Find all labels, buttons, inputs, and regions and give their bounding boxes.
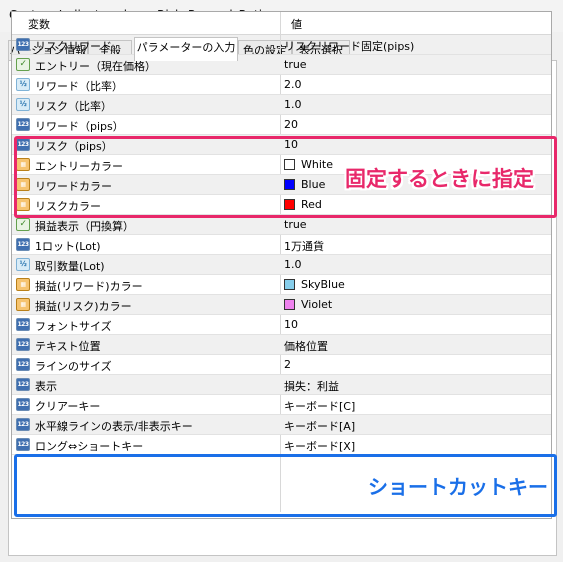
color-icon: ▦ (16, 298, 30, 311)
grid-row[interactable]: ½ リワード（比率） 2.0 (12, 75, 551, 95)
grid-row[interactable]: 123 ラインのサイズ 2 (12, 355, 551, 375)
grid-row[interactable]: ▦ 損益(リワード)カラー SkyBlue (12, 275, 551, 295)
grid-row[interactable]: 123 表示 損失：利益 (12, 375, 551, 395)
row-label: リスク（比率） (35, 100, 112, 113)
row-label: リスクリワード (35, 40, 112, 53)
row-label: ロング⇔ショートキー (35, 440, 144, 453)
fixed-params-callout: 固定するときに指定 (345, 167, 534, 191)
row-label: テキスト位置 (35, 340, 101, 353)
grid-header: 変数 値 (12, 12, 551, 35)
row-label: ラインのサイズ (35, 360, 112, 373)
grid-row[interactable]: 123 リスクリワード リスクリワード固定(pips) (12, 35, 551, 55)
number-icon: 123 (16, 398, 30, 411)
decimal-icon: ½ (16, 78, 30, 91)
grid-row[interactable]: 123 ロング⇔ショートキー キーボード[X] (12, 435, 551, 455)
grid-row[interactable]: 123 クリアーキー キーボード[C] (12, 395, 551, 415)
grid-row[interactable]: ✓ 損益表示（円換算） true (12, 215, 551, 235)
row-label: リワード（pips） (35, 120, 124, 133)
number-icon: 123 (16, 38, 30, 51)
number-icon: 123 (16, 418, 30, 431)
row-label: 損益(リスク)カラー (35, 300, 132, 313)
parameters-grid: 変数 値 123 リスクリワード リスクリワード固定(pips) ✓ エントリー（現在価… (11, 11, 552, 519)
number-icon: 123 (16, 118, 30, 131)
row-label: 取引数量(Lot) (35, 260, 105, 273)
grid-row[interactable]: 123 水平線ラインの表示/非表示キー キーボード[A] (12, 415, 551, 435)
grid-row[interactable]: 123 フォントサイズ 10 (12, 315, 551, 335)
row-value[interactable]: 価格位置 (284, 338, 328, 354)
shortcut-keys-callout: ショートカットキー (368, 475, 548, 499)
tab-parameters[interactable]: パラメーターの入力 (134, 37, 238, 61)
row-value[interactable]: true (284, 58, 307, 71)
row-label: フォントサイズ (35, 320, 112, 333)
boolean-icon: ✓ (16, 58, 30, 71)
row-label: リワード（比率） (35, 80, 123, 93)
row-value[interactable]: SkyBlue (301, 278, 345, 291)
header-value[interactable]: 値 (291, 16, 302, 32)
row-value[interactable]: true (284, 218, 307, 231)
row-value[interactable]: キーボード[A] (284, 418, 355, 434)
row-value[interactable]: 20 (284, 118, 298, 131)
row-label: 損益表示（円換算） (35, 220, 134, 233)
number-icon: 123 (16, 378, 30, 391)
row-label: クリアーキー (35, 400, 101, 413)
row-label: 水平線ラインの表示/非表示キー (35, 420, 193, 433)
grid-row[interactable]: 123 リワード（pips） 20 (12, 115, 551, 135)
row-value[interactable]: 損失：利益 (284, 378, 339, 394)
decimal-icon: ½ (16, 98, 30, 111)
number-icon: 123 (16, 338, 30, 351)
number-icon: 123 (16, 238, 30, 251)
row-value[interactable]: リスクリワード固定(pips) (284, 38, 414, 54)
row-value[interactable]: キーボード[X] (284, 438, 355, 454)
row-label: 損益(リワード)カラー (35, 280, 143, 293)
color-swatch[interactable] (284, 279, 295, 290)
header-variable[interactable]: 変数 (28, 16, 50, 32)
number-icon: 123 (16, 438, 30, 451)
row-value[interactable]: 1.0 (284, 258, 302, 271)
row-value[interactable]: Violet (301, 298, 332, 311)
number-icon: 123 (16, 358, 30, 371)
row-value[interactable]: キーボード[C] (284, 398, 355, 414)
decimal-icon: ½ (16, 258, 30, 271)
row-label: 1ロット(Lot) (35, 240, 101, 253)
grid-row[interactable]: ½ リスク（比率） 1.0 (12, 95, 551, 115)
row-value[interactable]: 10 (284, 318, 298, 331)
row-label: 表示 (35, 380, 57, 393)
grid-row[interactable]: ▦ 損益(リスク)カラー Violet (12, 295, 551, 315)
number-icon: 123 (16, 318, 30, 331)
grid-row[interactable]: 123 1ロット(Lot) 1万通貨 (12, 235, 551, 255)
color-icon: ▦ (16, 278, 30, 291)
row-value[interactable]: 1万通貨 (284, 238, 324, 254)
row-value[interactable]: 1.0 (284, 98, 302, 111)
grid-row[interactable]: 123 テキスト位置 価格位置 (12, 335, 551, 355)
color-swatch[interactable] (284, 299, 295, 310)
row-value[interactable]: 2 (284, 358, 291, 371)
row-value[interactable]: 2.0 (284, 78, 302, 91)
grid-row[interactable]: ½ 取引数量(Lot) 1.0 (12, 255, 551, 275)
boolean-icon: ✓ (16, 218, 30, 231)
grid-row[interactable]: ✓ エントリー（現在価格） true (12, 55, 551, 75)
